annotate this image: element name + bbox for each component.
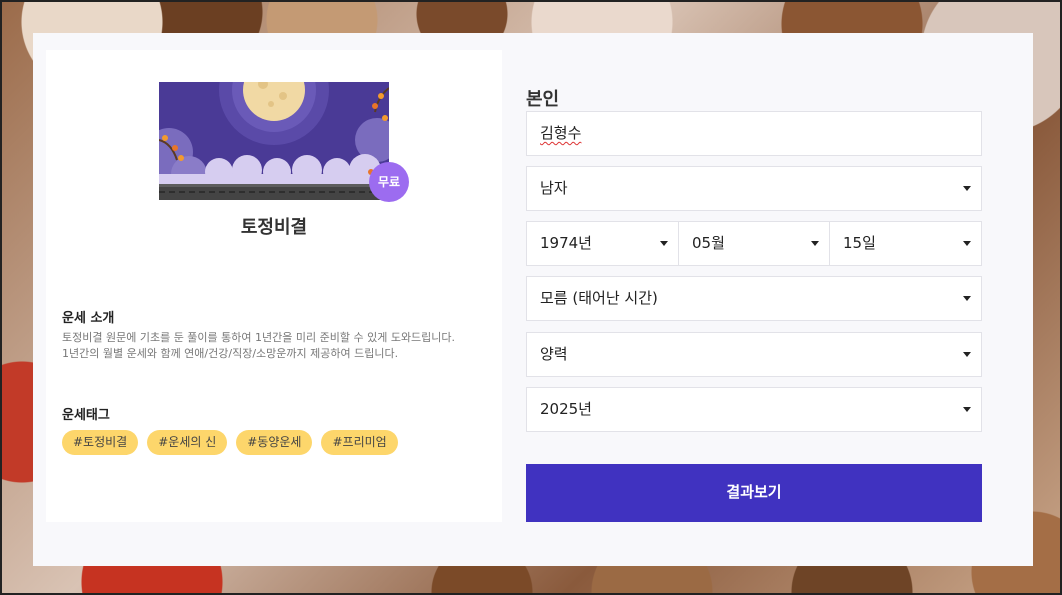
birth-time-select[interactable]: 모름 (태어난 시간) [526,276,982,321]
name-value: 김형수 [540,124,582,142]
form-label: 본인 [526,89,560,110]
gender-value: 남자 [540,179,568,197]
tag-chip[interactable]: #동양운세 [236,430,313,455]
caret-down-icon [963,241,971,246]
view-result-button[interactable]: 결과보기 [526,464,982,522]
target-year-select[interactable]: 2025년 [526,387,982,432]
birth-day-value: 15일 [843,234,876,252]
birth-year-value: 1974년 [540,234,592,252]
full-moon-illustration [159,82,389,200]
tag-chip[interactable]: #토정비결 [62,430,139,455]
birth-year-select[interactable]: 1974년 [526,221,679,266]
caret-down-icon [660,241,668,246]
caret-down-icon [963,186,971,191]
birth-date-row: 1974년 05월 15일 [526,221,982,266]
birth-month-value: 05월 [692,234,725,252]
birth-day-select[interactable]: 15일 [829,221,982,266]
tag-chip[interactable]: #프리미엄 [321,430,398,455]
background-photo: 무료 토정비결 운세 소개 토정비결 원문에 기초를 둔 풀이를 통하여 1년간… [0,0,1062,595]
birth-time-value: 모름 (태어난 시간) [540,289,658,307]
caret-down-icon [963,296,971,301]
caret-down-icon [963,352,971,357]
caret-down-icon [811,241,819,246]
tag-list: #토정비결 #운세의 신 #동양운세 #프리미엄 [62,430,398,455]
product-title: 토정비결 [240,217,308,238]
product-info-panel: 무료 토정비결 운세 소개 토정비결 원문에 기초를 둔 풀이를 통하여 1년간… [46,50,502,522]
intro-text: 토정비결 원문에 기초를 둔 풀이를 통하여 1년간을 미리 준비할 수 있게 … [62,330,482,362]
fortune-card: 무료 토정비결 운세 소개 토정비결 원문에 기초를 둔 풀이를 통하여 1년간… [33,33,1033,566]
calendar-type-select[interactable]: 양력 [526,332,982,377]
caret-down-icon [963,407,971,412]
tag-chip[interactable]: #운세의 신 [147,430,228,455]
birth-month-select[interactable]: 05월 [678,221,830,266]
calendar-type-value: 양력 [540,345,568,363]
fortune-form: 본인 김형수 남자 1974년 05월 15일 모름 (태어난 시간) 양력 2… [526,33,982,566]
gender-select[interactable]: 남자 [526,166,982,211]
free-badge: 무료 [369,162,409,202]
name-input[interactable]: 김형수 [526,111,982,156]
intro-line: 토정비결 원문에 기초를 둔 풀이를 통하여 1년간을 미리 준비할 수 있게 … [62,331,456,344]
tag-heading: 운세태그 [62,408,110,423]
intro-line: 1년간의 월별 운세와 함께 연애/건강/직장/소망운까지 제공하여 드립니다. [62,347,399,360]
target-year-value: 2025년 [540,400,592,418]
product-thumbnail: 무료 [159,82,409,202]
intro-heading: 운세 소개 [62,311,115,326]
